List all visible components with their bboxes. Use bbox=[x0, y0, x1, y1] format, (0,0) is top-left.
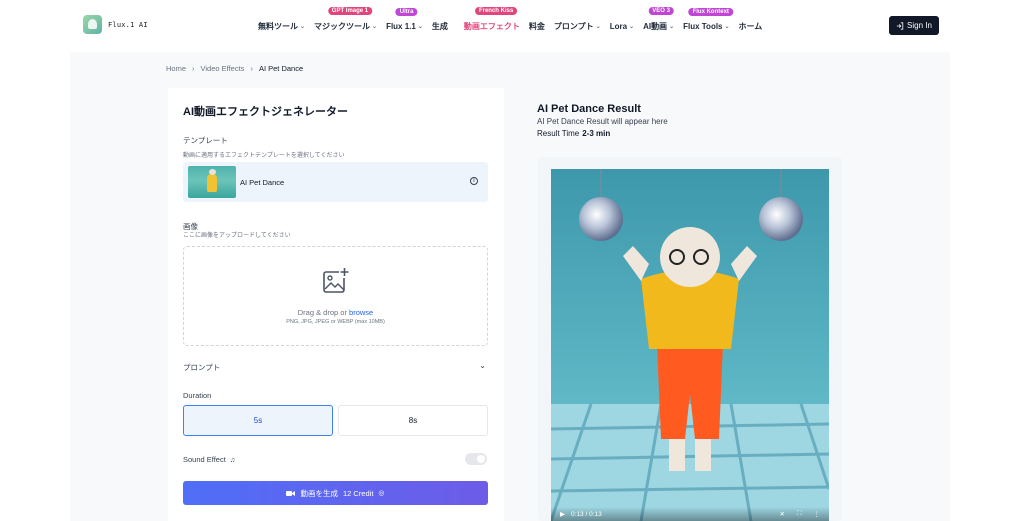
breadcrumb-home[interactable]: Home bbox=[166, 64, 186, 73]
sign-in-icon bbox=[896, 21, 904, 30]
nav-lora[interactable]: Lora ⌄ bbox=[610, 22, 634, 31]
template-thumbnail bbox=[188, 166, 236, 198]
duration-5s-button[interactable]: 5s bbox=[183, 405, 333, 436]
music-note-icon: ♫ bbox=[229, 457, 236, 464]
video-camera-icon bbox=[286, 490, 296, 496]
nav-badge: VEO 3 bbox=[648, 6, 674, 15]
coin-icon: ◎ bbox=[378, 490, 385, 497]
nav-badge: Flux Kontext bbox=[688, 7, 733, 16]
logo-text: Flux.1 AI bbox=[108, 20, 148, 29]
nav-prompt[interactable]: プロンプト ⌄ bbox=[554, 21, 601, 32]
chevron-down-icon: ⌄ bbox=[417, 23, 423, 30]
nav-free-tools[interactable]: 無料ツール ⌄ bbox=[258, 21, 305, 32]
video-controls: ▶ 0:13 / 0:13 ✕ ⛶ ⋮ bbox=[551, 507, 829, 521]
result-time-value: 2-3 min bbox=[582, 129, 611, 138]
breadcrumb-section[interactable]: Video Effects bbox=[201, 64, 245, 73]
generator-title: AI動画エフェクトジェネレーター bbox=[183, 106, 348, 118]
chevron-down-icon: ⌄ bbox=[372, 23, 378, 30]
breadcrumb: Home › Video Effects › AI Pet Dance bbox=[166, 64, 303, 73]
nav-badge: French Kiss bbox=[474, 6, 518, 15]
result-time-label: Result Time bbox=[537, 129, 580, 138]
chevron-down-icon: ⌄ bbox=[669, 23, 675, 30]
chevron-down-icon: ⌄ bbox=[300, 23, 306, 30]
duration-label: Duration bbox=[183, 391, 212, 400]
fullscreen-icon[interactable]: ⛶ bbox=[797, 510, 802, 518]
video-time: 0:13 / 0:13 bbox=[571, 510, 602, 518]
nav-generate[interactable]: 生成 bbox=[432, 21, 448, 32]
nav-ai-video[interactable]: VEO 3 AI動画 ⌄ bbox=[643, 6, 675, 32]
credit-count: 12 Credit bbox=[342, 488, 374, 498]
play-icon[interactable]: ▶ bbox=[560, 510, 565, 518]
info-icon[interactable]: i bbox=[470, 177, 478, 185]
prompt-accordion[interactable]: プロンプト ⌄ bbox=[183, 361, 488, 374]
nav-label: AI動画 bbox=[643, 21, 668, 31]
browse-link[interactable]: browse bbox=[349, 308, 373, 317]
sound-effect-label: Sound Effect bbox=[183, 455, 226, 464]
template-name: AI Pet Dance bbox=[240, 178, 285, 187]
upload-text: Drag & drop or browse bbox=[184, 308, 487, 317]
chevron-right-icon: › bbox=[192, 64, 195, 73]
nav-badge: GPT Image 1 bbox=[327, 6, 373, 15]
upload-formats: PNG, JPG, JPEG or WEBP (max 10MB) bbox=[286, 319, 385, 325]
nav-label: プロンプト bbox=[553, 21, 594, 31]
nav-video-effects[interactable]: French Kiss 動画エフェクト bbox=[463, 6, 520, 32]
nav-label: Lora bbox=[609, 21, 628, 31]
nav-label: Flux 1.1 bbox=[386, 21, 416, 31]
template-hint: 動画に適用するエフェクトテンプレートを選択してください bbox=[183, 153, 345, 159]
image-upload-dropzone[interactable]: Drag & drop or browse PNG, JPG, JPEG or … bbox=[183, 246, 488, 346]
sound-effect-row: Sound Effect ♫ bbox=[183, 455, 235, 464]
image-hint: ここに画像をアップロードしてください bbox=[183, 233, 291, 239]
logo[interactable]: Flux.1 AI bbox=[83, 15, 148, 34]
sound-effect-toggle[interactable] bbox=[465, 453, 487, 465]
chevron-right-icon: › bbox=[250, 64, 253, 73]
logo-icon bbox=[83, 15, 102, 34]
chevron-down-icon: ⌄ bbox=[479, 361, 486, 370]
prompt-label: プロンプト bbox=[183, 363, 221, 372]
nav-home[interactable]: ホーム bbox=[739, 21, 763, 32]
template-label: テンプレート bbox=[183, 136, 228, 145]
nav-label: 動画エフェクト bbox=[463, 21, 520, 31]
nav-badge: Ultra bbox=[395, 7, 418, 16]
nav-label: 無料ツール bbox=[258, 21, 298, 31]
duration-8s-button[interactable]: 8s bbox=[338, 405, 488, 436]
nav-label: ホーム bbox=[738, 21, 763, 31]
nav-flux-11[interactable]: Ultra Flux 1.1 ⌄ bbox=[386, 7, 423, 31]
upload-instruction: Drag & drop or bbox=[297, 308, 347, 317]
nav-label: 料金 bbox=[528, 21, 545, 31]
video-frame bbox=[551, 169, 829, 521]
generate-label: 動画を生成 bbox=[300, 488, 338, 498]
main-nav: 無料ツール ⌄ GPT Image 1 マジックツール ⌄ Ultra Flux 1… bbox=[258, 0, 771, 52]
mute-icon[interactable]: ✕ bbox=[779, 510, 784, 518]
template-selector[interactable]: AI Pet Dance i bbox=[183, 162, 488, 202]
result-video-player[interactable]: ▶ 0:13 / 0:13 ✕ ⛶ ⋮ bbox=[551, 169, 829, 521]
generate-video-button[interactable]: 動画を生成 12 Credit ◎ bbox=[183, 481, 488, 505]
nav-label: マジックツール bbox=[314, 21, 371, 31]
nav-flux-tools[interactable]: Flux Kontext Flux Tools ⌄ bbox=[683, 7, 733, 31]
result-title: AI Pet Dance Result bbox=[537, 103, 641, 115]
breadcrumb-current: AI Pet Dance bbox=[258, 64, 304, 73]
nav-pricing[interactable]: 料金 bbox=[529, 21, 545, 32]
add-image-icon bbox=[323, 267, 350, 293]
nav-label: Flux Tools bbox=[683, 21, 723, 31]
top-navbar: Flux.1 AI 無料ツール ⌄ GPT Image 1 マジックツール ⌄ Ul… bbox=[0, 0, 1024, 52]
chevron-down-icon: ⌄ bbox=[724, 23, 730, 30]
result-time: Result Time 2-3 min bbox=[537, 129, 610, 138]
chevron-down-icon: ⌄ bbox=[629, 23, 635, 30]
result-subtitle: AI Pet Dance Result will appear here bbox=[537, 117, 668, 126]
sign-in-button[interactable]: Sign In bbox=[889, 16, 939, 35]
more-options-icon[interactable]: ⋮ bbox=[814, 510, 821, 518]
nav-magic-tools[interactable]: GPT Image 1 マジックツール ⌄ bbox=[314, 6, 378, 32]
sign-in-label: Sign In bbox=[907, 21, 932, 30]
chevron-down-icon: ⌄ bbox=[595, 23, 601, 30]
nav-label: 生成 bbox=[431, 21, 448, 31]
